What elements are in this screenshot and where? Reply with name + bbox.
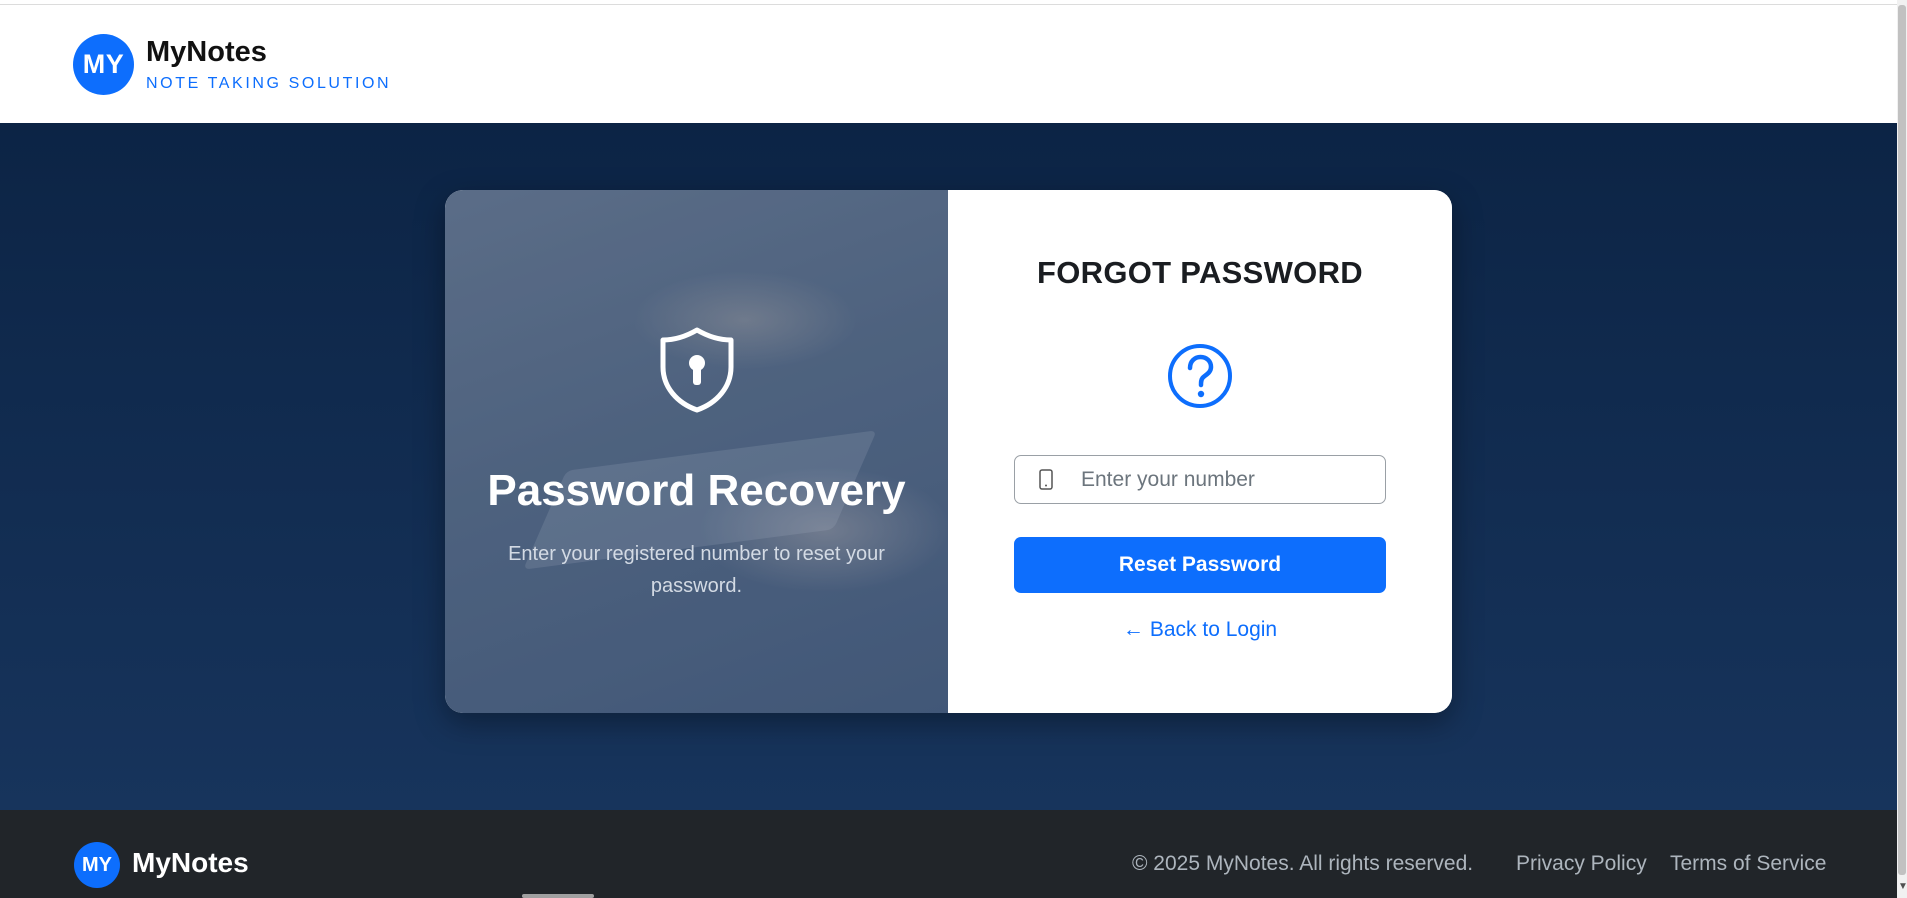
forgot-password-form: FORGOT PASSWORD Reset Password ←Back to …: [948, 190, 1452, 713]
question-circle-icon: [1168, 344, 1232, 408]
site-footer: MY MyNotes © 2025 MyNotes. All rights re…: [0, 810, 1897, 898]
arrow-left-icon: ←: [1122, 618, 1144, 641]
back-to-login-label: Back to Login: [1149, 618, 1278, 641]
recovery-card: Password Recovery Enter your registered …: [445, 190, 1452, 713]
back-to-login-link[interactable]: ← Back to Login: [948, 618, 1452, 642]
hero-subtitle: Enter your registered number to reset yo…: [508, 543, 885, 597]
reset-password-button[interactable]: Reset Password: [1014, 537, 1386, 593]
horizontal-scrollbar-thumb[interactable]: [522, 894, 594, 898]
footer-brand-name[interactable]: MyNotes: [132, 847, 249, 879]
scroll-down-arrow-icon[interactable]: ▼: [1898, 882, 1907, 892]
phone-number-input[interactable]: [1079, 456, 1373, 504]
main-section: Password Recovery Enter your registered …: [0, 123, 1897, 810]
recovery-hero-panel: Password Recovery Enter your registered …: [445, 190, 948, 713]
hero-overlay: [445, 190, 948, 713]
brand-name[interactable]: MyNotes: [146, 36, 267, 69]
brand-tagline: NOTE TAKING SOLUTION: [146, 75, 392, 92]
footer-logo[interactable]: MY: [74, 842, 120, 888]
brand-logo[interactable]: MY: [73, 34, 134, 95]
terms-of-service-link[interactable]: Terms of Service: [1670, 852, 1826, 876]
shield-keyhole-icon: [660, 327, 734, 413]
phone-icon: [1039, 469, 1053, 490]
scrollbar-thumb[interactable]: [1898, 5, 1906, 875]
footer-copyright: © 2025 MyNotes. All rights reserved.: [1132, 852, 1474, 875]
phone-number-field[interactable]: [1014, 455, 1386, 504]
site-header: MY MyNotes NOTE TAKING SOLUTION: [0, 5, 1897, 123]
vertical-scrollbar[interactable]: ▼: [1897, 0, 1907, 898]
hero-title: Password Recovery: [487, 466, 906, 515]
privacy-policy-link[interactable]: Privacy Policy: [1516, 852, 1647, 876]
form-title: FORGOT PASSWORD: [1037, 255, 1363, 290]
